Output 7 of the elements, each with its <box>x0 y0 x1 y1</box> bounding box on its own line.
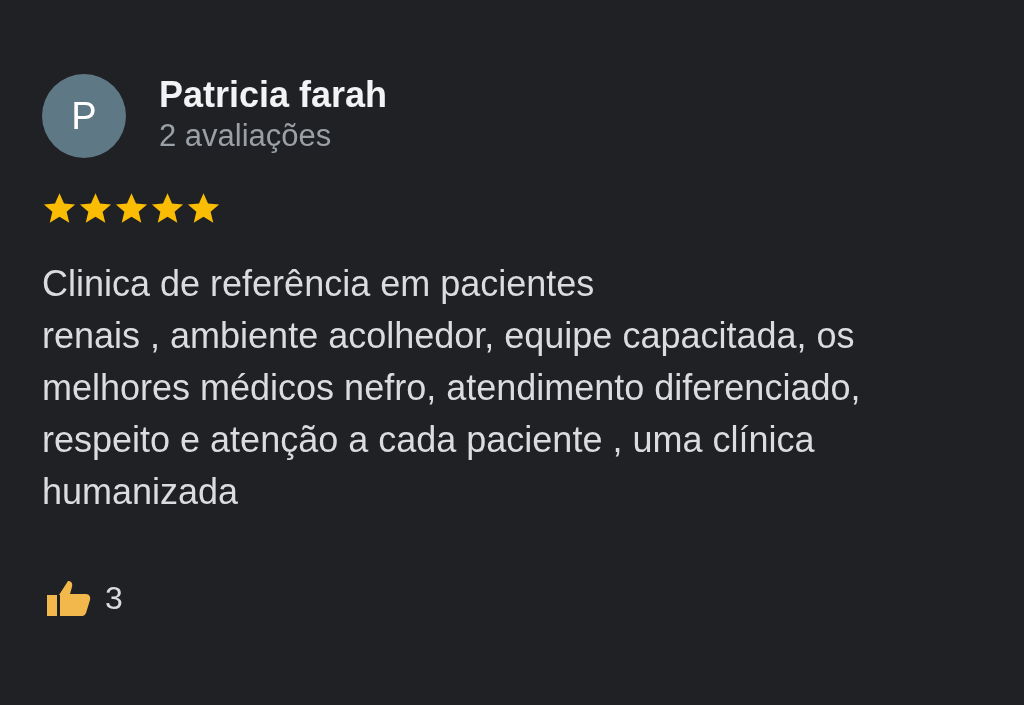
thumbs-up-icon <box>45 578 93 618</box>
avatar: P <box>42 74 126 158</box>
author-name[interactable]: Patricia farah <box>159 74 388 116</box>
review-text: Clinica de referência em pacientes renais , ambiente acolhedor, equipe capacitada, os melhores médicos nefro, atendimento diferenciado, respeito e atenção a cada paciente , uma clínica humanizada <box>42 262 862 514</box>
review-count: 2 avaliações <box>159 118 333 154</box>
like-button[interactable] <box>45 578 93 618</box>
like-count: 3 <box>105 579 123 617</box>
